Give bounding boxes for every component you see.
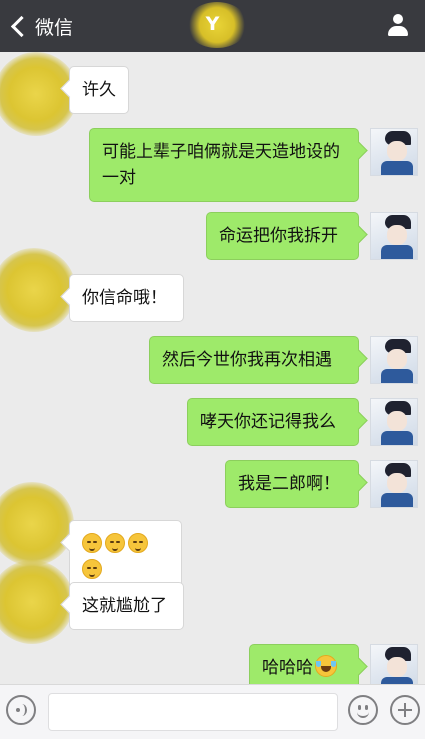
tears-of-joy-emoji xyxy=(315,655,337,677)
message-text: 哮天你还记得我么 xyxy=(200,412,336,432)
message-text: 许久 xyxy=(82,80,116,100)
message-bubble[interactable]: 哈哈哈 xyxy=(249,644,359,684)
contact-avatar[interactable] xyxy=(0,482,74,566)
message-text: 这就尴尬了 xyxy=(82,596,167,616)
message-text: 命运把你我拆开 xyxy=(219,226,338,246)
my-avatar[interactable] xyxy=(370,128,418,176)
message-bubble[interactable]: 命运把你我拆开 xyxy=(206,212,359,260)
my-avatar[interactable] xyxy=(370,460,418,508)
chat-title: Y xyxy=(205,13,220,35)
message-text: 然后今世你我再次相遇 xyxy=(162,350,332,370)
message-bubble[interactable]: 我是二郎啊！ xyxy=(225,460,359,508)
my-avatar[interactable] xyxy=(370,398,418,446)
message-bubble[interactable]: 然后今世你我再次相遇 xyxy=(149,336,359,384)
my-avatar[interactable] xyxy=(370,212,418,260)
input-bar xyxy=(0,684,425,739)
message-input[interactable] xyxy=(48,693,338,731)
contact-avatar[interactable] xyxy=(0,248,76,332)
emoji-icon[interactable] xyxy=(348,695,378,725)
person-icon[interactable] xyxy=(387,14,409,38)
smiling-face-emoji xyxy=(105,533,125,553)
my-avatar[interactable] xyxy=(370,336,418,384)
smiling-face-emoji xyxy=(82,559,102,579)
message-bubble[interactable]: 你信命哦！ xyxy=(69,274,184,322)
message-bubble[interactable]: 哮天你还记得我么 xyxy=(187,398,359,446)
message-text: 我是二郎啊！ xyxy=(238,474,340,494)
my-avatar[interactable] xyxy=(370,644,418,684)
message-bubble[interactable]: 许久 xyxy=(69,66,129,114)
message-text: 哈哈哈 xyxy=(262,658,313,678)
plus-icon[interactable] xyxy=(390,695,420,725)
message-bubble[interactable]: 可能上辈子咱俩就是天造地设的一对 xyxy=(89,128,359,202)
chat-area[interactable]: 许久 可能上辈子咱俩就是天造地设的一对 命运把你我拆开 你信命哦！ 然后今世你我… xyxy=(0,52,425,684)
voice-icon[interactable] xyxy=(6,695,36,725)
smiling-face-emoji xyxy=(82,533,102,553)
message-text: 可能上辈子咱俩就是天造地设的一对 xyxy=(102,142,340,188)
message-text: 你信命哦！ xyxy=(82,288,167,308)
top-bar: 微信 Y xyxy=(0,0,425,52)
message-bubble[interactable]: 这就尴尬了 xyxy=(69,582,184,630)
smiling-face-emoji xyxy=(128,533,148,553)
